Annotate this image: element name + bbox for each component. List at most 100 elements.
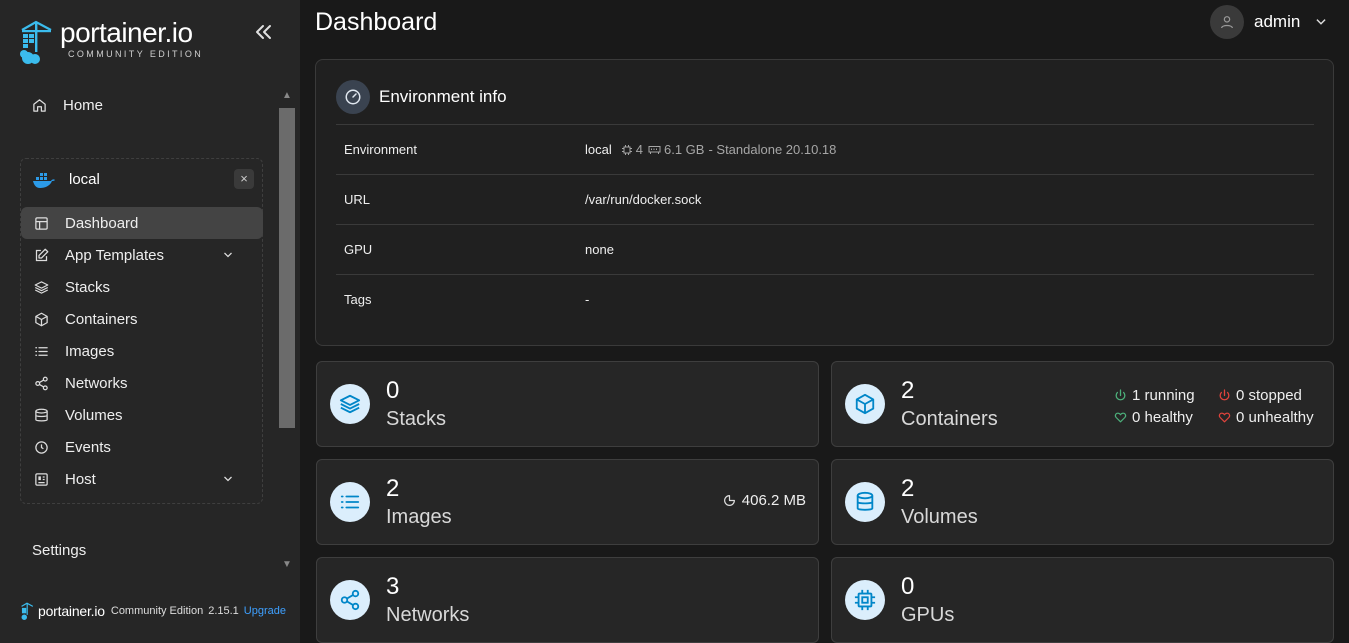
sidebar: portainer.io COMMUNITY EDITION ▲ ▼ Home … xyxy=(0,0,300,643)
environment-info-title: Environment info xyxy=(379,87,507,106)
containers-card[interactable]: 2 Containers 1 running 0 stopped 0 healt… xyxy=(831,361,1334,447)
sidebar-item-label: Networks xyxy=(65,374,128,392)
row-key: Tags xyxy=(344,292,372,307)
power-icon xyxy=(1219,388,1230,400)
environment-info-header: Environment info xyxy=(336,80,507,114)
sidebar-item-label: Volumes xyxy=(65,406,123,424)
row-key: GPU xyxy=(344,242,373,257)
stacks-card[interactable]: 0 Stacks xyxy=(316,361,819,447)
sidebar-item-label: Containers xyxy=(65,310,138,328)
cpu-icon xyxy=(845,580,885,620)
environment-name: local xyxy=(69,171,100,188)
healthy-status: 0 healthy xyxy=(1114,409,1218,426)
environment-name-value: local xyxy=(585,142,612,157)
heart-icon xyxy=(1114,412,1127,422)
server-icon xyxy=(35,472,48,486)
row-value: none xyxy=(585,242,614,257)
environment-section: local × Dashboard App Templates Stacks C… xyxy=(20,158,263,504)
volumes-label: Volumes xyxy=(901,506,978,528)
stopped-status: 0 stopped xyxy=(1218,387,1322,404)
container-status-summary: 1 running 0 stopped 0 healthy 0 unhealth… xyxy=(1114,384,1322,428)
stacks-count: 0 xyxy=(386,377,400,404)
share-icon xyxy=(330,580,370,620)
unhealthy-status: 0 unhealthy xyxy=(1218,409,1322,426)
cpu-icon xyxy=(621,144,632,155)
user-icon xyxy=(1221,16,1233,29)
sidebar-item-volumes[interactable]: Volumes xyxy=(21,399,264,431)
cpu-count: 4 xyxy=(635,142,643,157)
portainer-logo[interactable]: portainer.io COMMUNITY EDITION xyxy=(18,18,203,66)
sidebar-item-label: Dashboard xyxy=(65,214,139,232)
share-icon xyxy=(35,376,48,390)
dashboard-icon xyxy=(35,216,48,230)
gpus-label: GPUs xyxy=(901,604,955,626)
row-key: URL xyxy=(344,192,371,207)
chevrons-left-icon xyxy=(256,25,271,39)
table-row: GPU none xyxy=(336,224,1314,274)
sidebar-item-app-templates[interactable]: App Templates xyxy=(21,239,264,271)
sidebar-item-settings[interactable]: Settings xyxy=(32,542,86,559)
sidebar-item-dashboard[interactable]: Dashboard xyxy=(21,207,263,239)
home-icon xyxy=(33,99,46,112)
images-count: 2 xyxy=(386,475,400,502)
memory-icon xyxy=(648,145,661,154)
row-value: /var/run/docker.sock xyxy=(585,192,702,207)
sidebar-item-host[interactable]: Host xyxy=(21,463,264,495)
images-size: 406.2 MB xyxy=(723,492,806,509)
pie-chart-icon xyxy=(723,495,735,506)
list-icon xyxy=(330,482,370,522)
sidebar-item-home[interactable]: Home xyxy=(32,97,103,114)
brand-name: portainer.io xyxy=(60,17,193,48)
avatar xyxy=(1210,5,1244,39)
table-row: URL /var/run/docker.sock xyxy=(336,174,1314,224)
running-status: 1 running xyxy=(1114,387,1218,404)
scroll-thumb[interactable] xyxy=(279,108,295,428)
user-name: admin xyxy=(1254,12,1301,31)
chevron-down-icon xyxy=(224,476,232,482)
collapse-sidebar-button[interactable] xyxy=(252,20,276,44)
brand-edition: COMMUNITY EDITION xyxy=(68,49,204,59)
environment-info-card: Environment info Environment local 4 6.1… xyxy=(315,59,1334,346)
heart-icon xyxy=(1218,412,1231,422)
database-icon xyxy=(35,408,48,421)
row-key: Environment xyxy=(344,142,417,157)
close-environment-button[interactable]: × xyxy=(234,169,254,189)
scroll-up-arrow[interactable]: ▲ xyxy=(282,90,292,101)
docker-icon xyxy=(33,172,55,188)
environment-menu: Dashboard App Templates Stacks Container… xyxy=(21,207,264,495)
chevron-down-icon xyxy=(224,252,232,258)
sidebar-item-stacks[interactable]: Stacks xyxy=(21,271,264,303)
layers-icon xyxy=(330,384,370,424)
memory-size: 6.1 GB xyxy=(663,142,705,157)
user-menu[interactable]: admin xyxy=(1210,5,1328,39)
sidebar-item-label: Host xyxy=(65,470,96,488)
sidebar-item-label: Home xyxy=(63,97,104,114)
upgrade-link[interactable]: Upgrade xyxy=(244,605,286,617)
portainer-crane-icon xyxy=(18,18,54,66)
portainer-crane-icon xyxy=(21,602,34,620)
environment-header: local xyxy=(33,171,100,188)
sidebar-item-label: Events xyxy=(65,438,111,456)
sidebar-item-containers[interactable]: Containers xyxy=(21,303,264,335)
sidebar-scrollbar[interactable]: ▲ ▼ xyxy=(278,90,296,570)
sidebar-item-networks[interactable]: Networks xyxy=(21,367,264,399)
edit-icon xyxy=(35,248,49,261)
gpus-card[interactable]: 0 GPUs xyxy=(831,557,1334,643)
sidebar-item-events[interactable]: Events xyxy=(21,431,264,463)
chevron-down-icon xyxy=(1316,19,1326,25)
scroll-down-arrow[interactable]: ▼ xyxy=(282,559,292,570)
networks-card[interactable]: 3 Networks xyxy=(316,557,819,643)
gpus-count: 0 xyxy=(901,573,915,600)
list-icon xyxy=(35,346,48,356)
clock-icon xyxy=(35,440,48,454)
images-label: Images xyxy=(386,506,452,528)
sidebar-item-images[interactable]: Images xyxy=(21,335,264,367)
volumes-count: 2 xyxy=(901,475,915,502)
sidebar-item-label: App Templates xyxy=(65,246,164,264)
images-card[interactable]: 2 Images 406.2 MB xyxy=(316,459,819,545)
page-title: Dashboard xyxy=(315,8,438,36)
volumes-card[interactable]: 2 Volumes xyxy=(831,459,1334,545)
footer-edition: Community Edition xyxy=(110,605,204,617)
sidebar-footer: portainer.io Community Edition 2.15.1 Up… xyxy=(20,601,286,621)
sidebar-item-label: Images xyxy=(65,342,115,360)
